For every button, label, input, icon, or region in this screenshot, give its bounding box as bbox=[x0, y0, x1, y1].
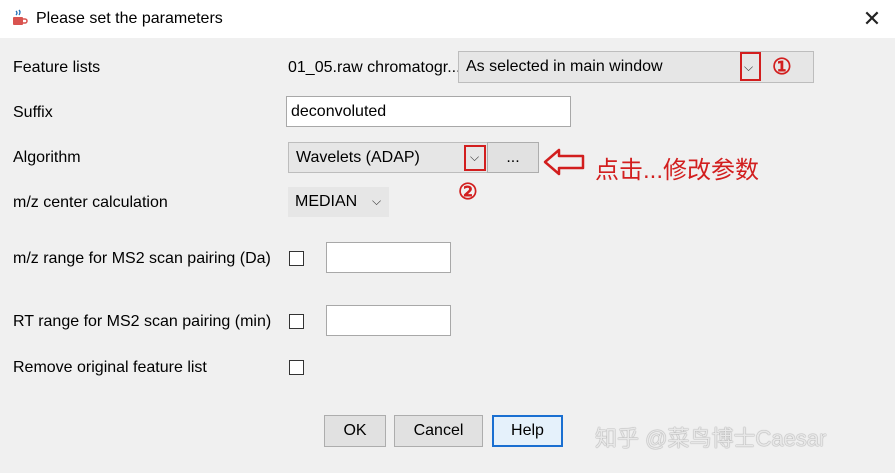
rt-range-label: RT range for MS2 scan pairing (min) bbox=[13, 313, 272, 330]
parameters-dialog: Please set the parameters ✕ Feature list… bbox=[0, 0, 895, 473]
mz-range-checkbox[interactable] bbox=[289, 251, 304, 266]
cancel-button[interactable]: Cancel bbox=[394, 415, 483, 447]
algorithm-label: Algorithm bbox=[13, 149, 81, 166]
highlight-box-1 bbox=[740, 52, 761, 81]
hint-annotation: 点击...修改参数 bbox=[595, 157, 760, 184]
help-button[interactable]: Help bbox=[492, 415, 563, 447]
rt-range-checkbox[interactable] bbox=[289, 314, 304, 329]
close-icon[interactable]: ✕ bbox=[852, 2, 892, 36]
ok-button[interactable]: OK bbox=[324, 415, 386, 447]
suffix-field[interactable] bbox=[286, 96, 571, 127]
mz-range-input[interactable] bbox=[327, 243, 450, 272]
mz-range-label: m/z range for MS2 scan pairing (Da) bbox=[13, 250, 271, 267]
title-bar: Please set the parameters ✕ bbox=[0, 0, 895, 38]
rt-range-field[interactable] bbox=[326, 305, 451, 336]
java-app-icon bbox=[13, 9, 28, 25]
algorithm-select-value: Wavelets (ADAP) bbox=[296, 149, 420, 166]
feature-lists-label: Feature lists bbox=[13, 59, 101, 76]
rt-range-input[interactable] bbox=[327, 306, 450, 335]
remove-original-checkbox[interactable] bbox=[289, 360, 304, 375]
arrow-left-icon bbox=[543, 148, 585, 176]
remove-original-label: Remove original feature list bbox=[13, 359, 207, 376]
mz-center-label: m/z center calculation bbox=[13, 194, 168, 211]
suffix-label: Suffix bbox=[13, 104, 53, 121]
algorithm-select[interactable]: Wavelets (ADAP) ⌵ bbox=[288, 142, 488, 173]
suffix-input[interactable] bbox=[287, 97, 570, 126]
algorithm-setup-button[interactable]: ... bbox=[487, 142, 539, 173]
mz-center-select[interactable]: MEDIAN ⌵ bbox=[288, 187, 389, 217]
mz-range-field[interactable] bbox=[326, 242, 451, 273]
chevron-down-icon[interactable]: ⌵ bbox=[372, 194, 381, 209]
highlight-box-2 bbox=[464, 145, 486, 171]
window-title: Please set the parameters bbox=[36, 10, 223, 27]
marker-2: ② bbox=[458, 179, 478, 204]
feature-lists-value: 01_05.raw chromatogr... bbox=[288, 59, 461, 76]
feature-lists-select-value: As selected in main window bbox=[466, 58, 663, 75]
watermark: 知乎 @菜鸟博士Caesar bbox=[595, 426, 827, 451]
mz-center-select-value: MEDIAN bbox=[295, 193, 358, 210]
marker-1: ① bbox=[772, 54, 792, 79]
